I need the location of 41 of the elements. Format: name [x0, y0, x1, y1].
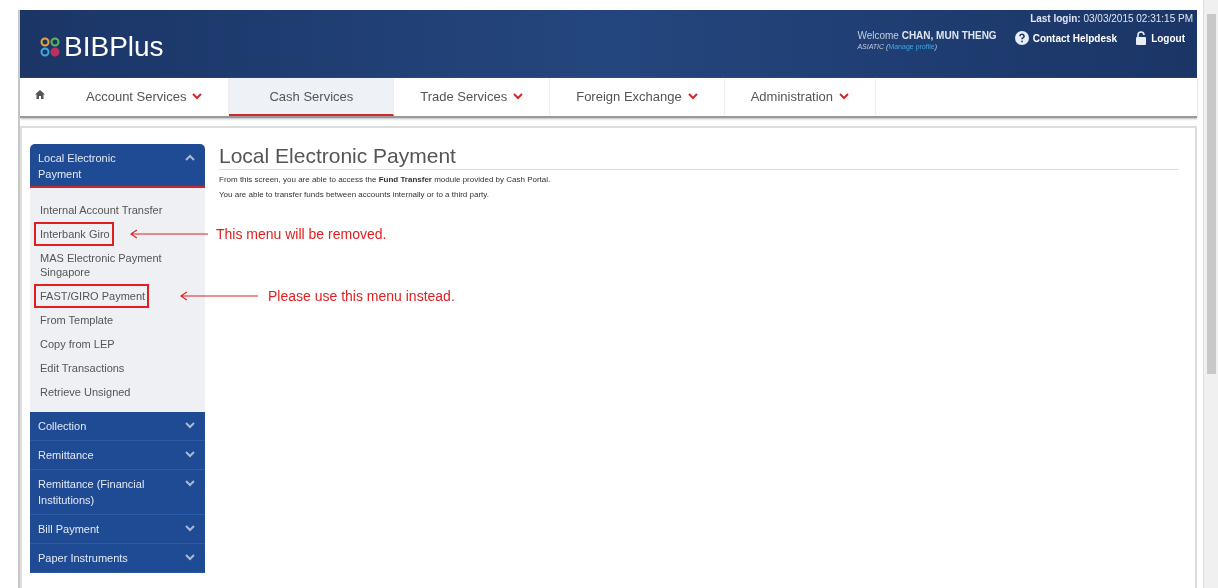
- logo-dots-icon: [40, 37, 60, 57]
- description-text: From this screen, you are able to access the Fund Transfer module provided by Cash Portal.: [219, 174, 552, 185]
- last-login-label: Last login:: [1030, 13, 1081, 24]
- chevron-down-icon: [185, 480, 195, 487]
- chevron-down-icon: [185, 554, 195, 561]
- nav-tab[interactable]: Cash Services: [229, 78, 395, 116]
- sidebar-section-header[interactable]: Local Electronic Payment: [30, 144, 205, 188]
- nav-tab[interactable]: Trade Services: [394, 78, 551, 116]
- sidebar-section-header[interactable]: Collection: [30, 412, 205, 441]
- sidebar-item[interactable]: Copy from LEP: [34, 332, 119, 356]
- home-icon: [35, 89, 45, 99]
- sidebar-section-header[interactable]: Paper Instruments: [30, 544, 205, 573]
- chevron-up-icon: [185, 154, 195, 161]
- sidebar-item[interactable]: Retrieve Unsigned: [34, 380, 135, 404]
- lock-icon: [1135, 31, 1148, 45]
- chevron-down-icon: [185, 422, 195, 429]
- nav-tab[interactable]: Foreign Exchange: [550, 78, 725, 116]
- sidebar-item[interactable]: Internal Account Transfer: [34, 198, 167, 222]
- sidebar-section-header[interactable]: Remittance: [30, 441, 205, 470]
- welcome-label: Welcome: [857, 30, 899, 41]
- sidebar-item[interactable]: Interbank Giro: [34, 222, 114, 246]
- sidebar-section-header[interactable]: Bill Payment: [30, 515, 205, 544]
- help-icon: [1014, 31, 1029, 45]
- last-login-value: 03/03/2015 02:31:15 PM: [1083, 13, 1193, 24]
- sidebar-item[interactable]: FAST/GIRO Payment: [34, 284, 150, 308]
- scrollbar[interactable]: [1203, 0, 1218, 588]
- nav-tab[interactable]: Administration: [724, 78, 877, 116]
- user-name: CHAN, MUN THENG: [901, 30, 997, 41]
- chevron-down-icon: [185, 525, 195, 532]
- sidebar-item[interactable]: MAS Electronic Payment Singapore: [34, 246, 205, 284]
- chevron-down-icon: [185, 451, 195, 458]
- sidebar-item[interactable]: Edit Transactions: [34, 356, 129, 380]
- logo-text: BIBPlus: [64, 31, 164, 63]
- sidebar-item[interactable]: From Template: [34, 308, 118, 332]
- annotation-text: This menu will be removed.: [216, 226, 387, 242]
- logout-link[interactable]: Logout: [1135, 31, 1185, 45]
- description-text: You are able to transfer funds between accounts internally or to a third party.: [219, 189, 490, 200]
- sidebar-section-header[interactable]: Remittance (Financial Institutions): [30, 470, 205, 515]
- page-title: Local Electronic Payment: [219, 144, 1179, 170]
- contact-helpdesk-link[interactable]: Contact Helpdesk: [1014, 31, 1118, 45]
- annotation-text: Please use this menu instead.: [268, 288, 455, 304]
